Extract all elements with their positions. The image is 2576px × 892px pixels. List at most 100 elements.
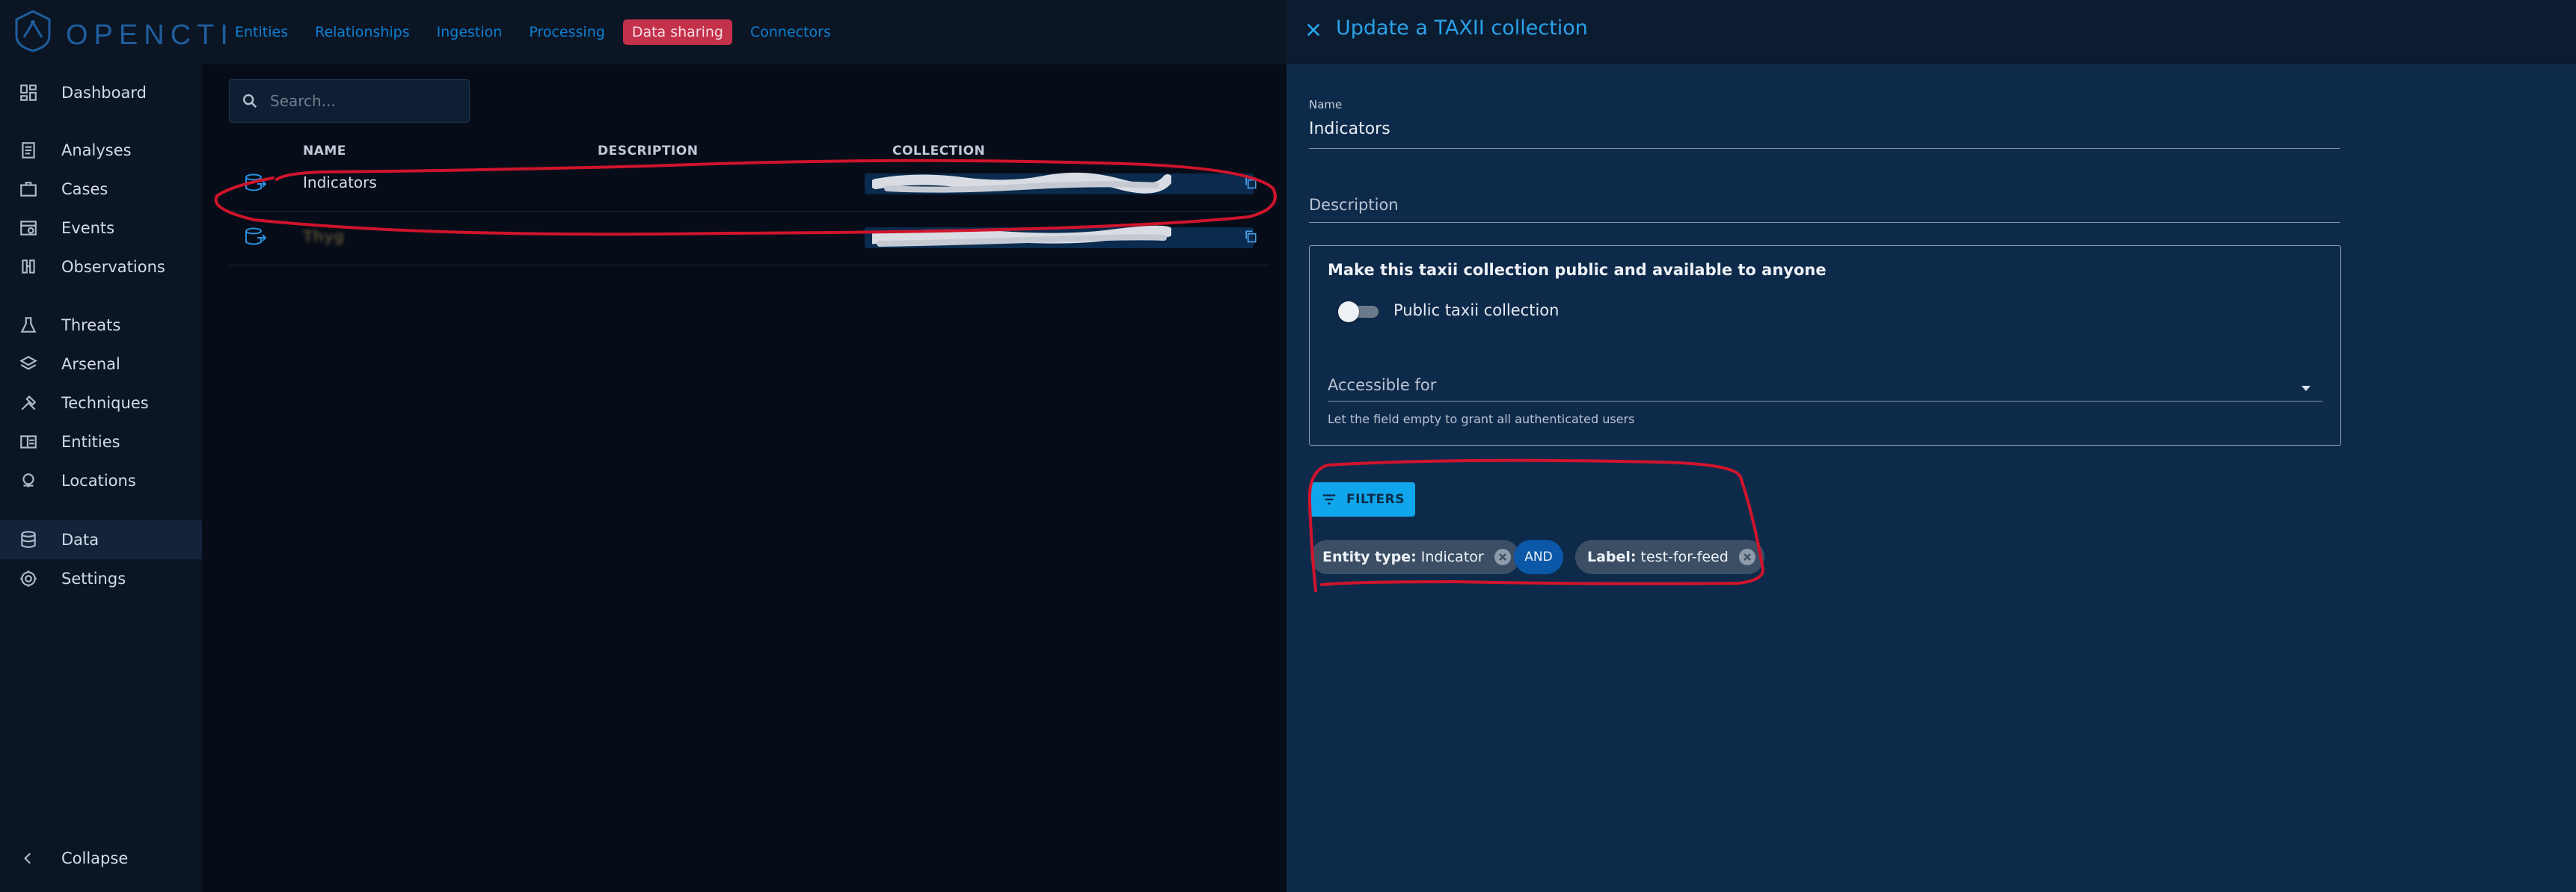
- chevron-left-icon: [18, 848, 39, 869]
- public-collection-toggle[interactable]: [1338, 300, 1381, 322]
- sidebar-item-observations[interactable]: Observations: [0, 247, 202, 286]
- sidebar-item-locations[interactable]: Locations: [0, 461, 202, 500]
- data-icon: [18, 529, 39, 550]
- top-bar: OPENCTI Entities Relationships Ingestion…: [0, 0, 1287, 66]
- sidebar-item-label: Settings: [61, 570, 126, 588]
- opencti-logo-icon: [15, 10, 51, 52]
- filter-key: Label:: [1587, 549, 1637, 565]
- tab-processing[interactable]: Processing: [520, 19, 613, 45]
- filter-icon: [1322, 494, 1336, 505]
- sidebar-item-label: Threats: [61, 316, 121, 334]
- filter-chip-text: Entity type: Indicator: [1322, 549, 1484, 565]
- sidebar-item-label: Analyses: [61, 141, 132, 159]
- collapse-label: Collapse: [61, 849, 129, 867]
- sidebar-item-analyses[interactable]: Analyses: [0, 131, 202, 170]
- locations-icon: [18, 470, 39, 491]
- sidebar-item-label: Techniques: [61, 394, 149, 412]
- sidebar-item-label: Cases: [61, 180, 108, 198]
- arsenal-icon: [18, 354, 39, 375]
- taxii-collection-icon: [244, 173, 267, 193]
- column-header-collection[interactable]: COLLECTION: [892, 144, 985, 159]
- sidebar-item-label: Entities: [61, 433, 120, 451]
- filters-button[interactable]: FILTERS: [1310, 482, 1415, 517]
- events-icon: [18, 218, 39, 239]
- name-field-underline: [1309, 148, 2340, 149]
- settings-icon: [18, 568, 39, 589]
- observations-icon: [18, 256, 39, 277]
- accessible-for-select[interactable]: Accessible for: [1328, 376, 1436, 394]
- copy-icon[interactable]: [1243, 175, 1260, 191]
- accessible-for-underline: [1328, 401, 2322, 402]
- opencti-logo[interactable]: OPENCTI: [13, 7, 228, 54]
- left-sidebar: Dashboard Analyses Cases Events Observat…: [0, 64, 203, 892]
- table-row[interactable]: Indicators: [229, 157, 1269, 212]
- remove-filter-icon[interactable]: [1493, 547, 1512, 567]
- description-field[interactable]: Description: [1309, 196, 1399, 214]
- sidebar-item-techniques[interactable]: Techniques: [0, 384, 202, 422]
- filter-value: Indicator: [1420, 549, 1484, 565]
- sidebar-item-label: Arsenal: [61, 355, 120, 373]
- column-header-description[interactable]: DESCRIPTION: [598, 144, 698, 159]
- analyses-icon: [18, 140, 39, 161]
- sidebar-item-label: Events: [61, 219, 115, 237]
- redaction-scribble: [872, 172, 1171, 194]
- sidebar-item-threats[interactable]: Threats: [0, 306, 202, 345]
- sidebar-group-threats: Threats Arsenal Techniques Entities Loca…: [0, 306, 202, 500]
- sidebar-item-arsenal[interactable]: Arsenal: [0, 345, 202, 384]
- sidebar-item-data[interactable]: Data: [0, 520, 202, 559]
- sidebar-item-dashboard[interactable]: Dashboard: [0, 73, 202, 112]
- tab-connectors[interactable]: Connectors: [741, 19, 840, 45]
- filter-operator-and[interactable]: AND: [1514, 540, 1563, 574]
- sidebar-group-dashboard: Dashboard: [0, 73, 202, 112]
- remove-filter-icon[interactable]: [1738, 547, 1757, 567]
- close-button[interactable]: [1298, 15, 1328, 45]
- sidebar-collapse[interactable]: Collapse: [0, 839, 202, 878]
- sidebar-item-label: Observations: [61, 258, 165, 276]
- sidebar-item-label: Locations: [61, 472, 136, 490]
- redaction-scribble: [872, 225, 1171, 247]
- copy-icon[interactable]: [1243, 229, 1260, 245]
- drawer-header: Update a TAXII collection: [1287, 0, 2576, 64]
- sidebar-group-settings: Data Settings: [0, 520, 202, 598]
- row-name: Indicators: [303, 173, 377, 191]
- tab-relationships[interactable]: Relationships: [306, 19, 419, 45]
- toggle-knob: [1338, 301, 1359, 322]
- entities-icon: [18, 431, 39, 452]
- search-box[interactable]: [229, 79, 470, 123]
- tab-ingestion[interactable]: Ingestion: [428, 19, 512, 45]
- filters-button-label: FILTERS: [1346, 492, 1405, 507]
- sidebar-item-entities[interactable]: Entities: [0, 422, 202, 461]
- close-icon: [1307, 23, 1320, 37]
- search-input[interactable]: [269, 91, 451, 111]
- tab-entities[interactable]: Entities: [226, 19, 297, 45]
- filter-chip-text: Label: test-for-feed: [1587, 549, 1729, 565]
- filter-chip-entity-type[interactable]: Entity type: Indicator: [1310, 540, 1520, 574]
- logo-text: OPENCTI: [66, 19, 234, 51]
- name-field[interactable]: Indicators: [1309, 120, 1390, 138]
- taxii-collection-icon: [244, 227, 267, 247]
- threats-icon: [18, 315, 39, 336]
- collapse-button[interactable]: Collapse: [0, 839, 202, 878]
- public-toggle-label: Public taxii collection: [1393, 301, 1560, 319]
- public-collection-box: Make this taxii collection public and av…: [1309, 245, 2341, 446]
- filter-value: test-for-feed: [1640, 549, 1729, 565]
- sidebar-item-events[interactable]: Events: [0, 209, 202, 247]
- sidebar-item-settings[interactable]: Settings: [0, 559, 202, 598]
- techniques-icon: [18, 393, 39, 413]
- taxii-collections-list: NAME DESCRIPTION COLLECTION Indicators T…: [202, 64, 1287, 892]
- table-row[interactable]: Thyg: [229, 211, 1269, 265]
- sidebar-item-label: Data: [61, 531, 99, 549]
- cases-icon: [18, 179, 39, 200]
- row-name: Thyg: [303, 227, 345, 245]
- column-header-name[interactable]: NAME: [303, 144, 346, 159]
- tab-data-sharing[interactable]: Data sharing: [622, 19, 732, 45]
- accessible-help-text: Let the field empty to grant all authent…: [1328, 412, 1635, 426]
- drawer-title: Update a TAXII collection: [1336, 16, 1588, 40]
- name-field-label: Name: [1309, 98, 1343, 111]
- top-navigation: Entities Relationships Ingestion Process…: [226, 19, 849, 45]
- dropdown-arrow-icon[interactable]: [2299, 381, 2313, 396]
- public-section-title: Make this taxii collection public and av…: [1328, 261, 1827, 279]
- description-field-underline: [1309, 222, 2340, 223]
- filter-chip-label[interactable]: Label: test-for-feed: [1575, 540, 1764, 574]
- sidebar-item-cases[interactable]: Cases: [0, 170, 202, 209]
